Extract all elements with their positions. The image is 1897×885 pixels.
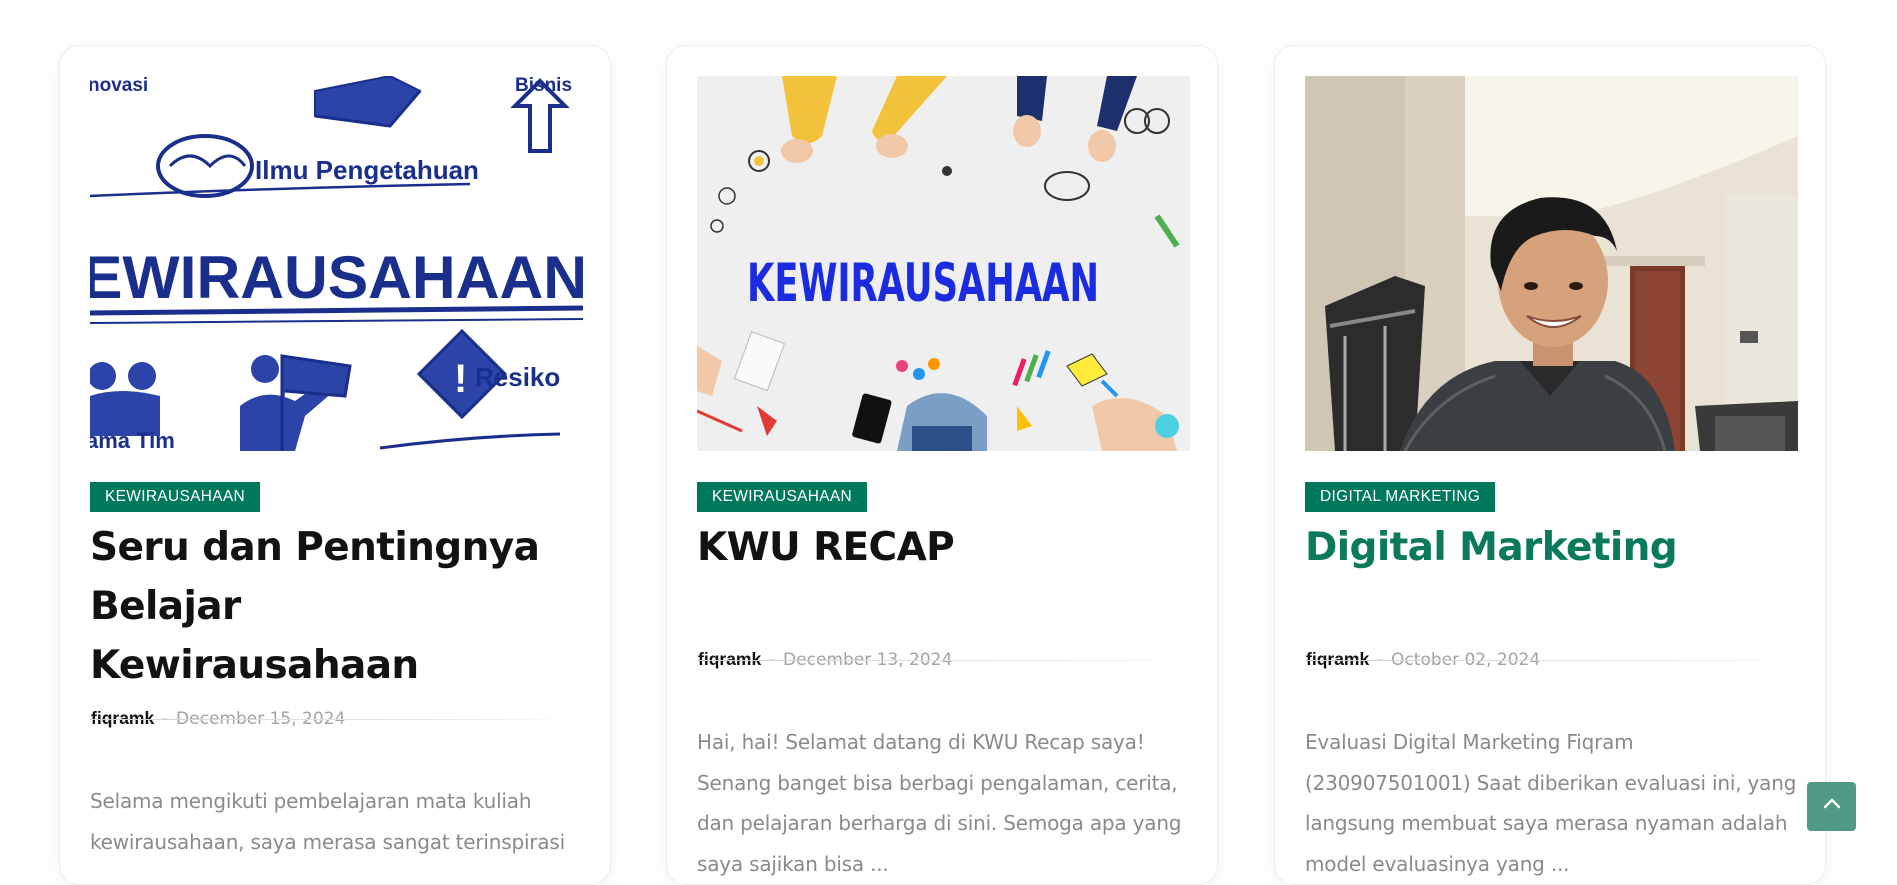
svg-text:!: !: [454, 357, 467, 401]
kewirausahaan-illustration: novasi Bisnis Ilmu Pengetahuan EWIRAUSAH…: [90, 76, 583, 451]
post-thumbnail[interactable]: [1305, 76, 1798, 451]
divider: [90, 719, 570, 720]
svg-text:KEWIRAUSAHAAN: KEWIRAUSAHAAN: [747, 253, 1099, 314]
chevron-up-icon: [1821, 793, 1843, 820]
category-badge[interactable]: DIGITAL MARKETING: [1305, 482, 1496, 512]
post-card: KEWIRAUSAHAAN KEWIRAUSAHAAN KWU RECAP fi…: [666, 45, 1218, 885]
kewirausahaan-hands-illustration: KEWIRAUSAHAAN: [697, 76, 1190, 451]
author-link[interactable]: fiqramk: [698, 649, 761, 669]
svg-text:Resiko: Resiko: [475, 362, 560, 392]
post-title[interactable]: Digital Marketing: [1305, 518, 1795, 577]
meta-separator: -: [1377, 649, 1384, 669]
post-card: novasi Bisnis Ilmu Pengetahuan EWIRAUSAH…: [59, 45, 611, 885]
back-to-top-button[interactable]: [1807, 782, 1856, 831]
post-thumbnail[interactable]: novasi Bisnis Ilmu Pengetahuan EWIRAUSAH…: [90, 76, 583, 451]
svg-text:Ilmu Pengetahuan: Ilmu Pengetahuan: [255, 155, 479, 185]
divider: [1305, 660, 1785, 661]
category-badge[interactable]: KEWIRAUSAHAAN: [697, 482, 867, 512]
post-title[interactable]: Seru dan Pentingnya Belajar Kewirausahaa…: [90, 518, 580, 695]
portrait-photo: [1305, 76, 1798, 451]
post-excerpt: Hai, hai! Selamat datang di KWU Recap sa…: [697, 730, 1182, 876]
category-badge[interactable]: KEWIRAUSAHAAN: [90, 482, 260, 512]
svg-text:novasi: novasi: [90, 76, 148, 96]
meta-separator: -: [162, 708, 169, 728]
author-link[interactable]: fiqramk: [91, 708, 154, 728]
svg-text:ama Tim: ama Tim: [90, 428, 175, 451]
post-title[interactable]: KWU RECAP: [697, 518, 1187, 577]
divider: [697, 660, 1177, 661]
post-excerpt: Evaluasi Digital Marketing Fiqram (23090…: [1305, 730, 1797, 876]
post-excerpt: Selama mengikuti pembelajaran mata kulia…: [90, 789, 565, 854]
meta-separator: -: [769, 649, 776, 669]
post-thumbnail[interactable]: KEWIRAUSAHAAN: [697, 76, 1190, 451]
svg-text:EWIRAUSAHAAN: EWIRAUSAHAAN: [90, 244, 583, 311]
author-link[interactable]: fiqramk: [1306, 649, 1369, 669]
post-card: DIGITAL MARKETING Digital Marketing fiqr…: [1274, 45, 1826, 885]
